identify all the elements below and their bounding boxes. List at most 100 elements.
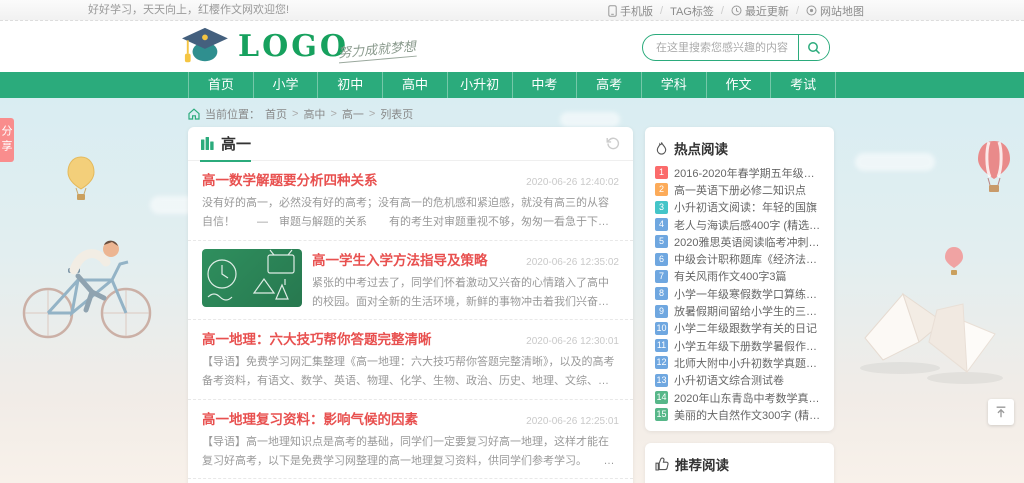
nav-item-subjects[interactable]: 学科 [641,72,706,98]
hot-item-text: 放暑假期间留给小学生的三年级英语作文范文 [674,303,824,319]
hot-item-text: 2020雅思英语阅读临考冲刺试题附答案 [674,234,824,250]
article-date: 2020-06-26 12:35:02 [526,257,619,268]
recent-updates-link[interactable]: 最近更新 [731,3,789,19]
hot-reading-card: 热点阅读 12016-2020年春学期五年级语文下期末模拟 2高一英语下册必修二… [645,127,834,431]
hot-item-text: 中级会计职称题库《经济法》检测题 [674,251,824,267]
article-title-link[interactable]: 高一数学解题要分析四种关系 [202,169,378,189]
hot-air-balloon-icon [976,140,1012,194]
nav-item-xiaoshengchu[interactable]: 小升初 [447,72,512,98]
article-title-link[interactable]: 高一学生入学方法指导及策略 [312,249,488,269]
recommend-reading-title: 推荐阅读 [675,454,729,474]
rank-badge: 9 [655,305,668,318]
section-title-wrap: 高一 [200,127,251,161]
mobile-version-link[interactable]: 手机版 [608,3,653,19]
refresh-button[interactable] [604,136,621,151]
share-button[interactable]: 分享 [0,118,14,162]
thumb-up-icon [655,457,669,471]
rank-badge: 2 [655,183,668,196]
hot-item[interactable]: 12 北师大附中小升初数学真题汇编 [655,354,824,371]
sitemap-icon [806,5,817,16]
article-item: 高一数学解题要分析四种关系 2020-06-26 12:40:02 没有好的高一… [188,161,633,241]
home-icon [188,108,200,120]
hot-item-text: 北师大附中小升初数学真题汇编 [674,355,824,371]
rank-badge: 10 [655,322,668,335]
hot-air-balloon-icon [66,156,96,202]
page-body: 当前位置： 首页 > 高中 > 高一 > 列表页 分享 高一 [0,98,1024,483]
nav-item-home[interactable]: 首页 [188,72,253,98]
nav-item-senior[interactable]: 高中 [382,72,447,98]
article-date: 2020-06-26 12:30:01 [526,336,619,347]
article-title-link[interactable]: 高一地理复习资料：影响气候的因素 [202,408,418,428]
nav-item-gaokao[interactable]: 高考 [576,72,641,98]
top-separator: / [721,5,724,17]
rank-badge: 8 [655,287,668,300]
nav-items: 首页 小学 初中 高中 小升初 中考 高考 学科 作文 考试 [188,72,836,98]
rank-badge: 3 [655,201,668,214]
search-button[interactable] [798,35,829,60]
cloud-decoration [855,153,935,171]
breadcrumb-senior[interactable]: 高中 [303,106,325,122]
article-title-link[interactable]: 高一地理：六大技巧帮你答题完整清晰 [202,328,432,348]
cloud-decoration [560,112,620,127]
hot-air-balloon-icon [944,246,964,276]
hot-item-text: 小升初语文阅读：年轻的国旗 [674,199,824,215]
arrow-to-top-icon [994,405,1008,419]
nav-item-primary[interactable]: 小学 [253,72,318,98]
top-separator: / [660,5,663,17]
bicycle-rider-illustration [8,218,168,343]
rank-badge: 11 [655,339,668,352]
breadcrumb-grade1[interactable]: 高一 [342,106,364,122]
hot-item[interactable]: 15美丽的大自然作文300字 (精选3篇) [655,406,824,423]
tag-link[interactable]: TAG标签 [670,3,714,19]
graduation-cap-icon [178,25,230,67]
hot-item-text: 老人与海读后感400字 (精选3篇) [674,217,824,233]
refresh-icon [604,136,621,151]
hot-item[interactable]: 8小学一年级寒假数学口算练习题三篇 [655,285,824,302]
hot-item[interactable]: 10小学二年级跟数学有关的日记 [655,320,824,337]
hot-item[interactable]: 7有关风雨作文400字3篇 [655,268,824,285]
hot-item[interactable]: 14 2020年山东青岛中考数学真题 (已公布) [655,389,824,406]
top-link-label: 网站地图 [820,3,864,19]
nav-item-zhongkao[interactable]: 中考 [512,72,577,98]
breadcrumb-home[interactable]: 首页 [265,106,287,122]
hot-item[interactable]: 3 小升初语文阅读：年轻的国旗 [655,199,824,216]
nav-item-junior[interactable]: 初中 [317,72,382,98]
recommend-reading-card: 推荐阅读 1最欣赏的人作文400字 (精选3篇) 2关于感恩的中考满分作文600… [645,443,834,483]
article-item: 高一地理复习资料：影响气候的因素 2020-06-26 12:25:01 【导语… [188,400,633,480]
rank-badge: 5 [655,235,668,248]
hot-item[interactable]: 12016-2020年春学期五年级语文下期末模拟 [655,164,824,181]
nav-item-zuowen[interactable]: 作文 [706,72,771,98]
breadcrumb-separator: > [330,108,336,120]
hot-item[interactable]: 5 2020雅思英语阅读临考冲刺试题附答案 [655,233,824,250]
search-input[interactable] [643,35,798,60]
article-excerpt: 没有好的高一，必然没有好的高考；没有高一的危机感和紧迫感，就没有高三的从容自信！… [202,194,619,233]
hot-item[interactable]: 9 放暑假期间留给小学生的三年级英语作文范文 [655,302,824,319]
hot-item[interactable]: 13小升初语文综合测试卷 [655,372,824,389]
top-link-label: 手机版 [620,3,653,19]
article-thumbnail[interactable] [202,249,302,307]
article-item: 高一地理资料：三圈环流与气压带、风带的形成 2020-06-26 12:20:0… [188,479,633,483]
top-link-label: TAG标签 [670,3,714,19]
hot-item-text: 2020年山东青岛中考数学真题 (已公布) [674,390,824,406]
sitemap-link[interactable]: 网站地图 [806,3,864,19]
hot-item-text: 小升初语文综合测试卷 [674,372,824,388]
back-to-top-button[interactable] [988,399,1014,425]
top-link-label: 最近更新 [745,3,789,19]
rank-badge: 14 [655,391,668,404]
hot-item[interactable]: 6中级会计职称题库《经济法》检测题 [655,250,824,267]
hot-item[interactable]: 2高一英语下册必修二知识点 [655,181,824,198]
breadcrumb: 当前位置： 首页 > 高中 > 高一 > 列表页 [188,106,413,122]
welcome-text: 好好学习，天天向上，红樱作文网欢迎您! [88,0,289,21]
top-links: 手机版 / TAG标签 / 最近更新 / 网站地图 [608,0,864,21]
hot-item[interactable]: 11小学五年级下册数学暑假作业答案【20-61 [655,337,824,354]
article-list-header: 高一 [188,127,633,161]
nav-item-exam[interactable]: 考试 [770,72,836,98]
site-logo[interactable]: LOGO [178,25,349,67]
hot-item[interactable]: 4老人与海读后感400字 (精选3篇) [655,216,824,233]
article-item: 高一地理：六大技巧帮你答题完整清晰 2020-06-26 12:30:01 【导… [188,320,633,400]
rank-badge: 12 [655,356,668,369]
rank-badge: 7 [655,270,668,283]
hot-item-text: 2016-2020年春学期五年级语文下期末模拟 [674,165,824,181]
site-header: LOGO 努力成就梦想 [0,21,1024,72]
hot-reading-header: 热点阅读 [655,136,824,164]
